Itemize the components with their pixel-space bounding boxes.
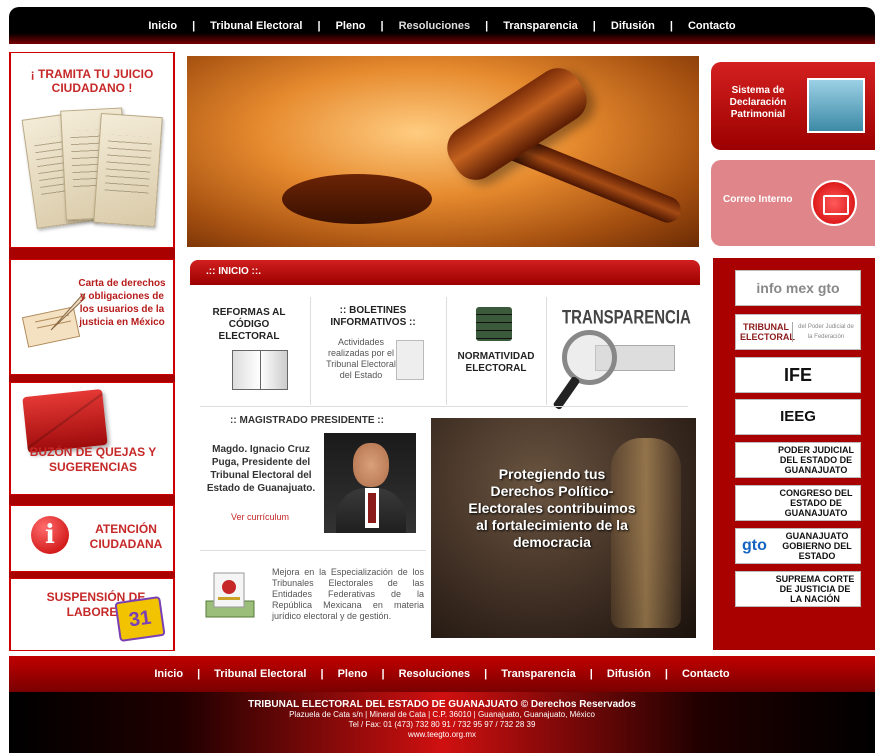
nav-separator: | [485,19,489,32]
sistema-text: Sistema de Declaración Patrimonial [729,85,787,120]
main-content: REFORMAS AL CÓDIGO ELECTORAL :: BOLETINE… [190,285,700,640]
top-nav-items: Inicio | Tribunal Electoral | Pleno | Resol… [135,20,748,32]
nav-inicio[interactable]: Inicio [135,20,190,32]
link-suprema-corte[interactable]: SUPREMA CORTE DE JUSTICIA DE LA NACIÓN [735,571,861,607]
info-icon: i [31,516,69,554]
footer-nav-transparencia[interactable]: Transparencia [487,668,590,680]
institution-links: info mex gto TRIBUNAL ELECTORAL del Pode… [713,258,875,650]
congreso-text: CONGRESO DEL ESTADO DE GUANAJUATO [779,488,853,518]
link-ife[interactable]: IFE [735,357,861,393]
transparencia-logo-text[interactable]: TRANSPARENCIA [562,306,691,328]
carta-derechos-banner[interactable]: Carta de derechos y obligaciones de los … [9,259,175,375]
newspaper-icon [396,340,424,380]
envelope-icon [22,388,108,454]
gobierno-text: GUANAJUATO GOBIERNO DEL ESTADO [782,531,852,561]
link-infomex[interactable]: info mex gto [735,270,861,306]
link-poder-judicial[interactable]: PODER JUDICIAL DEL ESTADO DE GUANAJUATO [735,442,861,478]
suprema-text: SUPREMA CORTE DE JUSTICIA DE LA NACIÓN [775,574,855,604]
books-stack-icon[interactable] [476,307,512,341]
nav-contacto[interactable]: Contacto [675,20,749,32]
nav-transparencia[interactable]: Transparencia [490,20,591,32]
normatividad-link[interactable]: NORMATIVIDAD ELECTORAL [450,351,542,375]
magistrado-name: Magdo. Ignacio Cruz Puga, Presidente del… [206,444,316,494]
atencion-text: ATENCIÓN CIUDADANA [89,522,163,551]
link-gobierno-gto[interactable]: gto GUANAJUATO GOBIERNO DEL ESTADO [735,528,861,564]
ife-logo-text: IFE [783,365,812,385]
tramita-juicio-banner[interactable]: ¡ TRAMITA TU JUICIO CIUDADANO ! [9,52,175,248]
divider [546,297,547,405]
banner-text: Protegiendo tus Derechos Político-Electo… [468,466,636,550]
suspension-labores-banner[interactable]: SUSPENSIÓN DE LABORES 31 [9,578,175,651]
footer-nav-pleno[interactable]: Pleno [324,668,382,680]
buzon-quejas-banner[interactable]: BUZÓN DE QUEJAS Y SUGERENCIAS [9,382,175,495]
bottom-navigation: Inicio | Tribunal Electoral | Pleno | Resol… [9,656,875,692]
footer-address: Plazuela de Cata s/n | Mineral de Cata |… [289,710,595,719]
photo-face [353,443,389,487]
poder-judicial-text: PODER JUDICIAL DEL ESTADO DE GUANAJUATO [778,445,855,475]
footer-nav-difusion[interactable]: Difusión [593,668,665,680]
divider [446,297,447,405]
nav-difusion[interactable]: Difusión [598,20,668,32]
footer-website[interactable]: www.teegto.org.mx [9,730,875,740]
top-navigation: Inicio | Tribunal Electoral | Pleno | Resol… [9,7,875,44]
nav-tribunal-electoral[interactable]: Tribunal Electoral [197,20,315,32]
gavel-block [282,174,432,224]
footer-nav-tribunal-electoral[interactable]: Tribunal Electoral [200,668,320,680]
link-tribunal-federacion[interactable]: TRIBUNAL ELECTORAL del Poder Judicial de… [735,314,861,350]
democracia-banner[interactable]: Protegiendo tus Derechos Político-Electo… [431,418,696,638]
nav-resoluciones[interactable]: Resoluciones [386,20,484,32]
footer-nav-resoluciones[interactable]: Resoluciones [385,668,485,680]
nav-separator: | [592,19,596,32]
nav-separator: | [192,19,196,32]
nav-separator: | [317,19,321,32]
mail-icon [811,180,857,226]
nav-separator: | [380,19,384,32]
section-header-inicio: .:: INICIO ::. [190,260,700,285]
tramita-title: ¡ TRAMITA TU JUICIO CIUDADANO ! [30,67,154,95]
document-icon [93,112,163,228]
atencion-ciudadana-banner[interactable]: i ATENCIÓN CIUDADANA [9,505,175,572]
buzon-text: BUZÓN DE QUEJAS Y SUGERENCIAS [29,445,157,474]
certificate-icon[interactable] [198,565,262,625]
hero-gavel-image [187,56,699,247]
photo-tie [368,493,376,523]
ieeg-logo-text: IEEG [780,408,816,425]
boletines-title[interactable]: :: BOLETINES INFORMATIVOS :: [314,305,432,329]
footer: TRIBUNAL ELECTORAL DEL ESTADO DE GUANAJU… [9,692,875,753]
bottom-nav-items: Inicio | Tribunal Electoral | Pleno | Resol… [140,668,743,680]
book-icon[interactable] [232,350,288,390]
divider [200,406,688,407]
boletines-text: Actividades realizadas por el Tribunal E… [326,337,396,380]
nav-pleno[interactable]: Pleno [323,20,379,32]
link-ieeg[interactable]: IEEG [735,399,861,435]
mejora-text: Mejora en la Especialización de los Trib… [272,567,424,621]
footer-nav-inicio[interactable]: Inicio [140,668,197,680]
divider [200,550,426,551]
correo-interno-banner[interactable]: Correo Interno [711,160,875,246]
left-sidebar: ¡ TRAMITA TU JUICIO CIUDADANO ! Carta de… [9,52,175,651]
magistrado-title: :: MAGISTRADO PRESIDENTE :: [230,415,384,426]
nav-separator: | [669,19,673,32]
ver-curriculum-link[interactable]: Ver currículum [220,512,300,522]
calendar-icon: 31 [114,595,166,643]
reformas-codigo-link[interactable]: REFORMAS AL CÓDIGO ELECTORAL [204,307,294,343]
sistema-declaracion-banner[interactable]: Sistema de Declaración Patrimonial [711,62,875,150]
correo-text: Correo Interno [723,194,793,205]
gto-logo-text: gto [742,537,767,554]
divider [310,297,311,405]
tribunal-sub: del Poder Judicial de la Federación [792,322,856,342]
tribunal-logo-text: TRIBUNAL ELECTORAL [740,322,795,342]
link-congreso[interactable]: CONGRESO DEL ESTADO DE GUANAJUATO [735,485,861,521]
documents-image [21,103,167,238]
footer-phone: Tel / Fax: 01 (473) 732 80 91 / 732 95 9… [348,720,536,729]
carta-text: Carta de derechos y obligaciones de los … [78,278,166,328]
footer-nav-contacto[interactable]: Contacto [668,668,744,680]
calculator-image [807,78,865,133]
footer-title: TRIBUNAL ELECTORAL DEL ESTADO DE GUANAJU… [248,699,636,710]
magnifier-icon [562,330,617,385]
